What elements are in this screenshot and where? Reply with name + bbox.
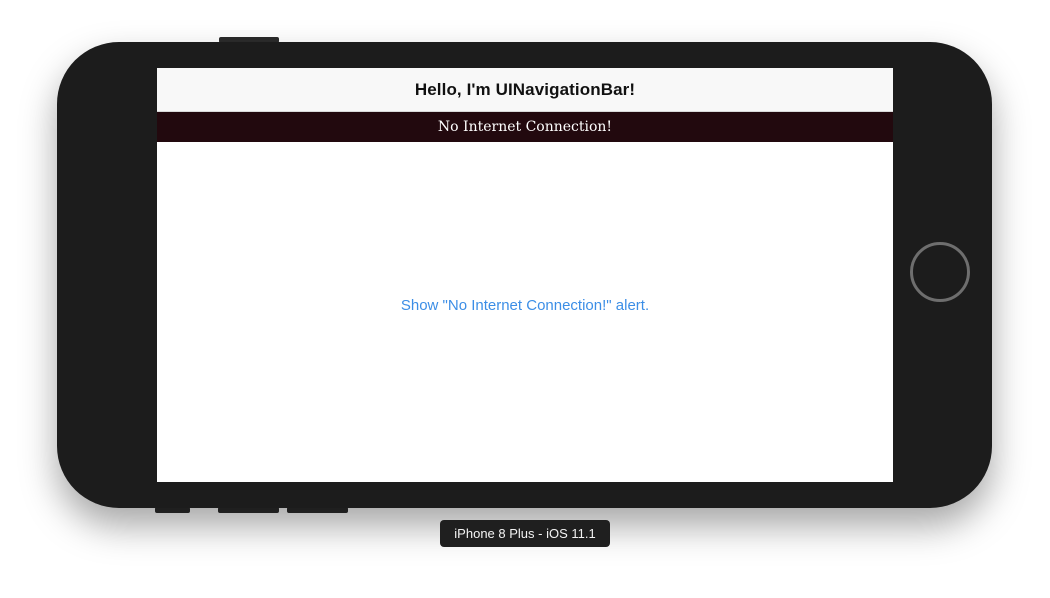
main-content: Show "No Internet Connection!" alert.: [157, 142, 893, 482]
navigation-title: Hello, I'm UINavigationBar!: [414, 79, 636, 99]
navigation-bar: Hello, I'm UINavigationBar!: [157, 68, 893, 112]
no-connection-banner: No Internet Connection!: [157, 112, 893, 142]
simulator-device-label-text: iPhone 8 Plus - iOS 11.1: [454, 526, 596, 541]
simulator-stage: Hello, I'm UINavigationBar! No Internet …: [0, 0, 1050, 598]
no-connection-banner-text: No Internet Connection!: [437, 119, 613, 135]
show-alert-button[interactable]: Show "No Internet Connection!" alert.: [401, 297, 649, 314]
device-screen: Hello, I'm UINavigationBar! No Internet …: [157, 68, 893, 482]
simulator-device-label: iPhone 8 Plus - iOS 11.1: [440, 520, 610, 547]
home-button[interactable]: [910, 242, 970, 302]
